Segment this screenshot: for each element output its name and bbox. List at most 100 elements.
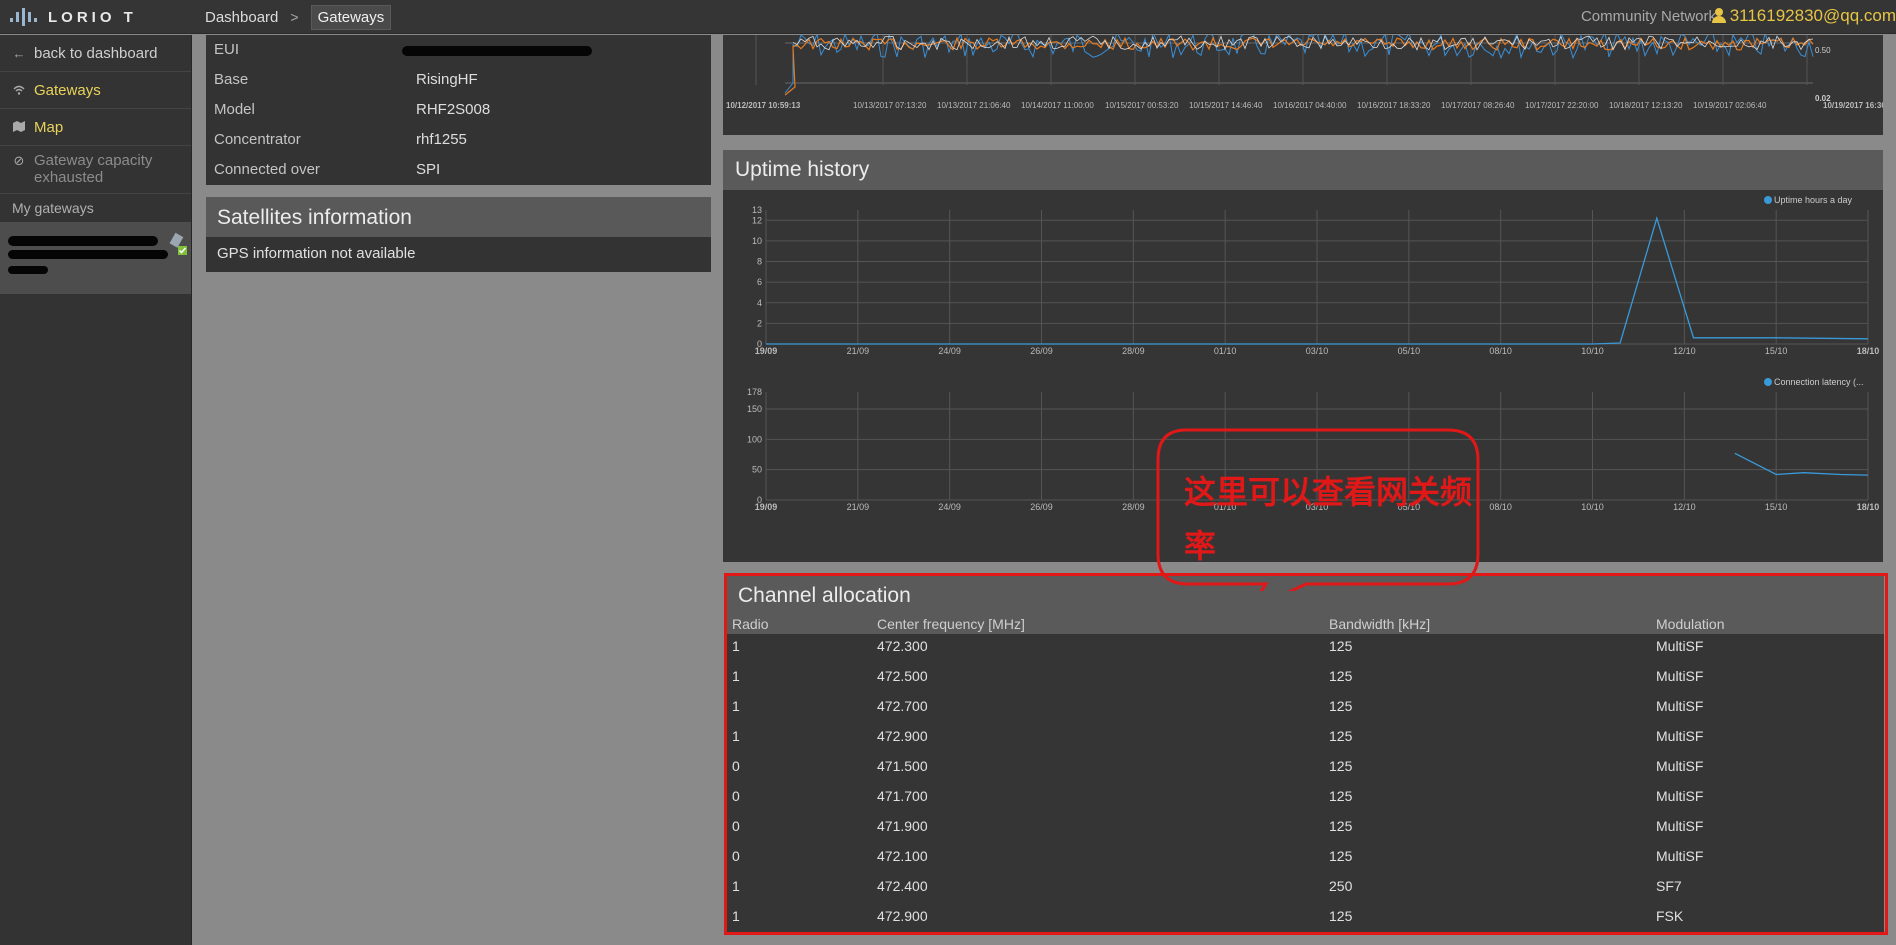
info-key: Base: [214, 71, 249, 88]
gateway-list-item[interactable]: [0, 222, 191, 294]
table-cell: 472.400: [877, 878, 928, 894]
gateway-status-icon: [169, 232, 187, 255]
info-key: Concentrator: [214, 131, 301, 148]
info-row-model: Model RHF2S008: [206, 95, 711, 125]
sidebar-item-label: Gateway capacity exhausted: [34, 152, 153, 186]
x-tick-label: 10/13/2017 21:06:40: [937, 101, 1011, 110]
legend-label: Uptime hours a day: [1774, 195, 1853, 205]
x-tick-label: 26/09: [1030, 502, 1053, 512]
x-tick-label: 10/17/2017 08:26:40: [1441, 101, 1515, 110]
channel-title: Channel allocation: [738, 584, 911, 607]
sidebar-item-map[interactable]: Map: [0, 109, 191, 146]
breadcrumb: Dashboard > Gateways: [205, 0, 392, 34]
x-tick-label: 10/14/2017 11:00:00: [1021, 101, 1094, 110]
redacted-eui: [402, 46, 592, 56]
user-icon: [1711, 8, 1726, 24]
x-tick-label: 10/15/2017 00:53:20: [1105, 101, 1179, 110]
x-tick-label: 10/16/2017 18:33:20: [1357, 101, 1431, 110]
table-cell: 250: [1329, 878, 1353, 894]
x-tick-label: 10/13/2017 07:13:20: [853, 101, 927, 110]
table-cell: 471.900: [877, 818, 928, 834]
series-line: [1734, 452, 1869, 476]
table-row: 1 472.700 125 MultiSF: [726, 694, 1884, 724]
info-value: RHF2S008: [416, 101, 491, 118]
table-cell: 1: [732, 728, 740, 744]
x-tick-label: 12/10: [1673, 346, 1696, 356]
info-key: Connected over: [214, 161, 320, 178]
table-cell: MultiSF: [1656, 758, 1704, 774]
table-cell: 125: [1329, 848, 1353, 864]
legend-label: Connection latency (...: [1774, 377, 1864, 387]
sidebar-item-gateways[interactable]: Gateways: [0, 72, 191, 109]
table-cell: 125: [1329, 908, 1353, 924]
table-cell: 472.300: [877, 638, 928, 654]
arrow-left-icon: ←: [12, 45, 26, 61]
signal-chart: 10/12/2017 10:59:13 10/13/2017 07:13:20 10…: [726, 30, 1896, 110]
column-header-frequency: Center frequency [MHz]: [877, 616, 1025, 632]
table-cell: 0: [732, 818, 740, 834]
wifi-icon: [12, 83, 26, 98]
signal-chart-panel: 10/12/2017 10:59:13 10/13/2017 07:13:20 10…: [723, 30, 1896, 135]
y-tick-label: 0: [757, 495, 762, 505]
table-row: 1 472.400 250 SF7: [726, 874, 1884, 904]
x-tick-label: 10/18/2017 12:13:20: [1609, 101, 1683, 110]
info-key: Model: [214, 101, 255, 118]
my-gateways-header: My gateways: [12, 200, 94, 216]
y-tick-label: 178: [747, 387, 762, 397]
y-tick-label: 0.02: [1815, 94, 1831, 103]
table-cell: 125: [1329, 668, 1353, 684]
table-cell: FSK: [1656, 908, 1684, 924]
x-tick-label: 18/10: [1857, 346, 1880, 356]
column-header-modulation: Modulation: [1656, 616, 1725, 632]
table-row: 0 471.900 125 MultiSF: [726, 814, 1884, 844]
sidebar-item-capacity-exhausted: ⊘ Gateway capacity exhausted: [0, 146, 191, 194]
x-tick-label: 15/10: [1765, 502, 1788, 512]
x-tick-label: 10/10: [1581, 502, 1604, 512]
table-cell: 0: [732, 788, 740, 804]
info-row-base: Base RisingHF: [206, 65, 711, 95]
x-tick-label: 08/10: [1489, 346, 1512, 356]
y-tick-label: 150: [747, 404, 762, 414]
table-cell: 472.900: [877, 728, 928, 744]
table-cell: 125: [1329, 638, 1353, 654]
table-cell: 1: [732, 698, 740, 714]
x-tick-label: 08/10: [1489, 502, 1512, 512]
table-row: 0 471.700 125 MultiSF: [726, 784, 1884, 814]
y-tick-label: 13: [752, 205, 762, 215]
table-cell: 472.100: [877, 848, 928, 864]
satellites-title: Satellites information: [217, 206, 412, 229]
sidebar: ← back to dashboard Gateways Map ⊘ Gatew…: [0, 35, 192, 945]
info-key: EUI: [214, 41, 240, 58]
breadcrumb-gateways[interactable]: Gateways: [310, 4, 392, 30]
logo-mark-icon: [10, 6, 40, 28]
table-cell: 471.700: [877, 788, 928, 804]
x-tick-label: 26/09: [1030, 346, 1053, 356]
top-bar: LORIO T Dashboard > Gateways Community N…: [0, 0, 1896, 34]
column-header-radio: Radio: [732, 616, 769, 632]
table-cell: MultiSF: [1656, 788, 1704, 804]
x-tick-label: 24/09: [938, 502, 961, 512]
table-cell: 125: [1329, 728, 1353, 744]
sidebar-item-label: Map: [34, 118, 64, 136]
table-cell: 125: [1329, 698, 1353, 714]
x-tick-label: 24/09: [938, 346, 961, 356]
sidebar-item-back-to-dashboard[interactable]: ← back to dashboard: [0, 35, 191, 72]
info-row-concentrator: Concentrator rhf1255: [206, 125, 711, 155]
table-row: 0 471.500 125 MultiSF: [726, 754, 1884, 784]
table-row: 1 472.500 125 MultiSF: [726, 664, 1884, 694]
info-value: RisingHF: [416, 71, 478, 88]
x-tick-label: 21/09: [847, 502, 870, 512]
table-cell: MultiSF: [1656, 698, 1704, 714]
table-cell: 472.900: [877, 908, 928, 924]
table-cell: MultiSF: [1656, 728, 1704, 744]
breadcrumb-dashboard[interactable]: Dashboard: [205, 9, 278, 26]
column-header-bandwidth: Bandwidth [kHz]: [1329, 616, 1431, 632]
breadcrumb-chevron-icon: >: [290, 9, 299, 25]
y-tick-label: 2: [757, 318, 762, 328]
x-tick-label: 10/16/2017 04:40:00: [1273, 101, 1347, 110]
y-tick-label: 4: [757, 298, 762, 308]
loriot-logo[interactable]: LORIO T: [10, 5, 190, 29]
table-cell: MultiSF: [1656, 638, 1704, 654]
user-menu[interactable]: 3116192830@qq.com: [1711, 6, 1896, 26]
info-row-eui: EUI: [206, 35, 711, 65]
